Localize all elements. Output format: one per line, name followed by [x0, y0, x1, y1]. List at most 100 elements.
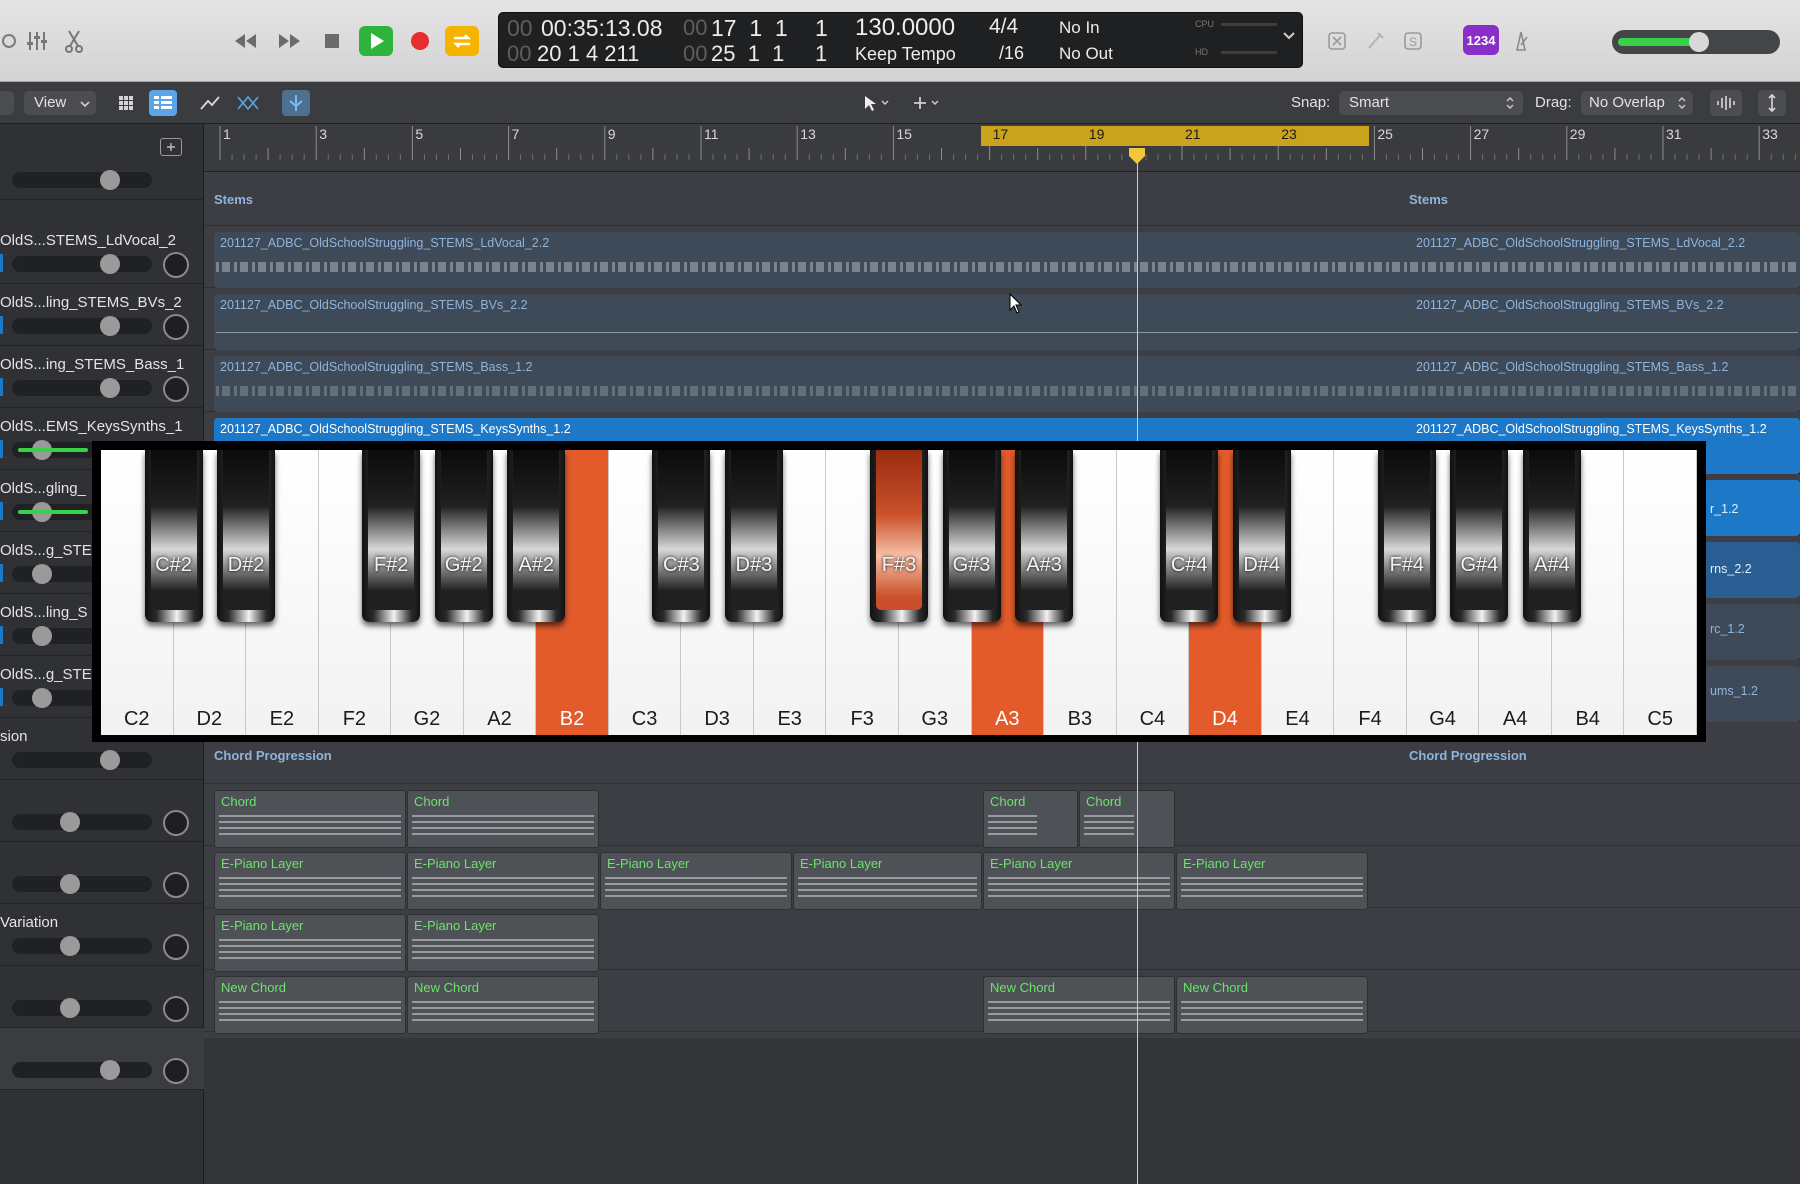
- volume-knob[interactable]: [60, 874, 80, 894]
- bvs-region[interactable]: 201127_ADBC_OldSchoolStruggling_STEMS_BV…: [214, 294, 1800, 350]
- epiano-region[interactable]: E-Piano Layer: [407, 914, 599, 972]
- chord-region[interactable]: Chord: [983, 790, 1078, 848]
- pan-knob[interactable]: [163, 934, 189, 960]
- stem-region-8[interactable]: ums_1.2: [1704, 666, 1800, 722]
- pan-knob[interactable]: [163, 1058, 189, 1084]
- track-volume-slider[interactable]: [12, 936, 152, 956]
- epiano-region[interactable]: E-Piano Layer: [793, 852, 982, 910]
- volume-knob[interactable]: [60, 812, 80, 832]
- chord-region[interactable]: Chord: [407, 790, 599, 848]
- count-in-button[interactable]: 1234: [1463, 25, 1499, 55]
- new-chord-region[interactable]: New Chord: [407, 976, 599, 1034]
- pan-knob[interactable]: [163, 376, 189, 402]
- track-volume-slider[interactable]: [12, 750, 152, 770]
- tuner-icon[interactable]: [1358, 26, 1392, 56]
- fast-forward-button[interactable]: [273, 26, 307, 56]
- volume-knob[interactable]: [100, 170, 120, 190]
- marquee-tool-menu[interactable]: [904, 90, 948, 116]
- tracks-view-icon[interactable]: [149, 90, 177, 116]
- volume-knob[interactable]: [100, 254, 120, 274]
- epiano-region[interactable]: E-Piano Layer: [1176, 852, 1368, 910]
- epiano-region[interactable]: E-Piano Layer: [407, 852, 599, 910]
- track-header[interactable]: OldS...STEMS_LdVocal_2: [0, 222, 204, 284]
- new-chord-region[interactable]: New Chord: [1176, 976, 1368, 1034]
- track-volume-slider[interactable]: [12, 378, 152, 398]
- track-volume-slider[interactable]: [12, 316, 152, 336]
- stem-region-5[interactable]: r_1.2: [1704, 480, 1800, 536]
- track-lane[interactable]: [204, 164, 1800, 226]
- track-header[interactable]: [0, 138, 204, 200]
- rewind-button[interactable]: [228, 26, 262, 56]
- view-menu[interactable]: View: [24, 91, 96, 115]
- pan-knob[interactable]: [163, 996, 189, 1022]
- track-header[interactable]: OldS...ing_STEMS_Bass_1: [0, 346, 204, 408]
- new-chord-region[interactable]: New Chord: [214, 976, 406, 1034]
- drag-select[interactable]: No Overlap: [1581, 91, 1693, 115]
- epiano-region[interactable]: E-Piano Layer: [983, 852, 1175, 910]
- volume-knob[interactable]: [32, 688, 52, 708]
- playhead-handle[interactable]: [1127, 146, 1147, 166]
- lcd-tempo-mode[interactable]: Keep Tempo: [855, 44, 956, 65]
- pan-knob[interactable]: [163, 810, 189, 836]
- track-header[interactable]: [0, 842, 204, 904]
- chord-region[interactable]: Chord: [1079, 790, 1175, 848]
- lcd-tempo[interactable]: 130.0000: [855, 14, 955, 42]
- track-volume-slider[interactable]: [12, 998, 152, 1018]
- epiano-region[interactable]: E-Piano Layer: [600, 852, 792, 910]
- record-button[interactable]: [403, 26, 437, 56]
- pan-knob[interactable]: [163, 872, 189, 898]
- volume-knob[interactable]: [32, 564, 52, 584]
- volume-knob[interactable]: [100, 750, 120, 770]
- volume-knob[interactable]: [100, 378, 120, 398]
- catch-playhead-icon[interactable]: [282, 90, 310, 116]
- volume-knob[interactable]: [100, 1060, 120, 1080]
- stop-button[interactable]: [315, 26, 349, 56]
- solo-icon[interactable]: S: [1396, 26, 1430, 56]
- track-header[interactable]: OldS...ling_STEMS_BVs_2: [0, 284, 204, 346]
- snap-select[interactable]: Smart: [1339, 91, 1523, 115]
- track-volume-slider[interactable]: [12, 170, 152, 190]
- track-volume-slider[interactable]: [12, 254, 152, 274]
- cycle-button[interactable]: [443, 26, 481, 56]
- waveform-zoom-icon[interactable]: [1710, 90, 1742, 116]
- chord-region[interactable]: Chord: [214, 790, 406, 848]
- empty-arrange-area[interactable]: [204, 1038, 1800, 1184]
- automation-icon[interactable]: [196, 90, 224, 116]
- cycle-region[interactable]: [981, 126, 1369, 146]
- pan-knob[interactable]: [163, 314, 189, 340]
- master-volume-slider[interactable]: [1612, 30, 1780, 54]
- metronome-icon[interactable]: [1504, 26, 1538, 56]
- track-volume-slider[interactable]: [12, 812, 152, 832]
- scissors-icon[interactable]: [57, 26, 91, 56]
- track-volume-slider[interactable]: [12, 1060, 152, 1080]
- volume-knob[interactable]: [60, 936, 80, 956]
- lcd-signature[interactable]: 4/4: [989, 15, 1018, 39]
- edit-menu[interactable]: [0, 91, 14, 115]
- pointer-tool-menu[interactable]: [854, 90, 898, 116]
- track-header[interactable]: [0, 780, 204, 842]
- epiano-region[interactable]: E-Piano Layer: [214, 914, 406, 972]
- track-header[interactable]: Variation: [0, 904, 204, 966]
- flex-icon[interactable]: [234, 90, 262, 116]
- stem-region-7[interactable]: rc_1.2: [1704, 604, 1800, 660]
- lcd-division[interactable]: /16: [999, 43, 1024, 64]
- track-header[interactable]: [0, 966, 204, 1028]
- volume-knob[interactable]: [60, 998, 80, 1018]
- volume-knob[interactable]: [32, 626, 52, 646]
- bass-region[interactable]: 201127_ADBC_OldSchoolStruggling_STEMS_Ba…: [214, 356, 1800, 412]
- new-chord-region[interactable]: New Chord: [983, 976, 1175, 1034]
- grid-view-icon[interactable]: [112, 90, 140, 116]
- lcd-dropdown-icon[interactable]: [1283, 31, 1295, 41]
- vertical-zoom-icon[interactable]: [1758, 90, 1786, 116]
- ldvocal-region[interactable]: 201127_ADBC_OldSchoolStruggling_STEMS_Ld…: [214, 232, 1800, 288]
- pan-knob[interactable]: [163, 252, 189, 278]
- lcd-display[interactable]: 00 00:35:13.08 00 20 1 4 211 00 17 1 1 1…: [498, 12, 1303, 68]
- stem-region-6[interactable]: rns_2.2: [1704, 542, 1800, 598]
- track-header[interactable]: [0, 1028, 204, 1090]
- volume-knob[interactable]: [100, 316, 120, 336]
- play-button[interactable]: [357, 26, 395, 56]
- master-volume-knob[interactable]: [1689, 32, 1709, 52]
- replace-icon[interactable]: [1320, 26, 1354, 56]
- epiano-region[interactable]: E-Piano Layer: [214, 852, 406, 910]
- track-volume-slider[interactable]: [12, 874, 152, 894]
